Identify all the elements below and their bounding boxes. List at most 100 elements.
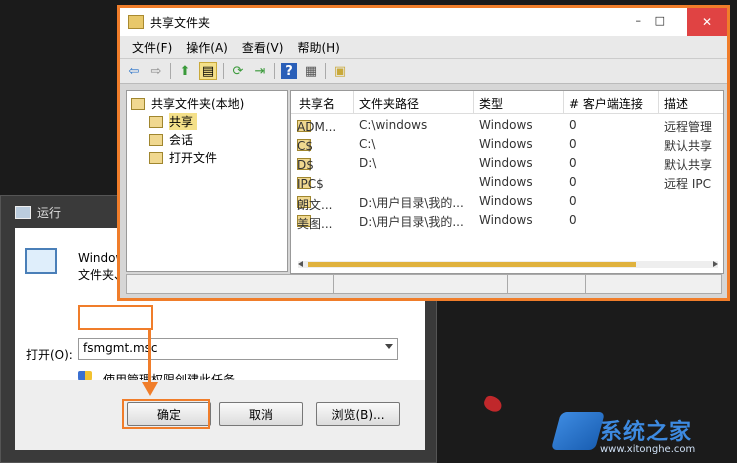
arrow-down-icon [142,382,158,396]
cell-name: ADM... [297,120,337,134]
refresh-icon[interactable]: ⟳ [230,63,246,79]
toolbar-separator [223,63,224,79]
cell-path: C:\ [359,137,376,151]
up-folder-icon[interactable]: ⬆ [177,63,193,79]
cell-name: IPC$ [297,177,324,191]
cell-clients: 0 [569,156,577,170]
cell-clients: 0 [569,213,577,227]
ok-highlight [122,399,210,429]
table-row[interactable]: ADM... C:\windows Windows 0 远程管理 [291,116,723,135]
run-title: 运行 [37,205,62,220]
column-client-connections[interactable]: # 客户端连接 [569,95,643,112]
site-watermark: 系统之家 www.xitonghe.com [550,410,737,463]
column-description[interactable]: 描述 [664,95,688,112]
cell-type: Windows [479,194,533,208]
cell-name: D$ [297,158,314,172]
tree-item-open-files[interactable]: 打开文件 [149,149,217,166]
cell-name: 美图... [297,217,333,231]
input-highlight [78,305,153,330]
open-label: 打开(O): [26,348,73,362]
properties-icon[interactable]: ▦ [303,63,319,79]
cell-clients: 0 [569,118,577,132]
cell-path: D:\用户目录\我的... [359,196,464,210]
tree-item-label: 会话 [169,133,194,147]
back-arrow-icon[interactable]: ⇦ [126,63,142,79]
cell-type: Windows [479,213,533,227]
menu-bar: 文件(F) 操作(A) 查看(V) 帮助(H) [120,36,727,58]
tree-root[interactable]: 共享文件夹(本地) [131,95,244,112]
tree-root-label: 共享文件夹(本地) [151,97,245,111]
cell-clients: 0 [569,194,577,208]
new-share-icon[interactable]: ▣ [332,63,348,79]
run-icon [15,205,31,219]
scroll-thumb[interactable] [308,262,636,267]
tree-item-shares[interactable]: 共享 [149,113,198,130]
cell-type: Windows [479,156,533,170]
console-tree: 共享文件夹(本地) 共享 会话 打开文件 [126,90,288,272]
cell-clients: 0 [569,175,577,189]
menu-file[interactable]: 文件(F) [132,39,172,56]
show-tree-icon[interactable]: ▤ [199,62,217,80]
mmc-title: 共享文件夹 [150,15,211,30]
table-row[interactable]: D$ D:\ Windows 0 默认共享 [291,154,723,173]
cell-clients: 0 [569,137,577,151]
watermark-text: 系统之家 [600,420,693,445]
background-splash [481,393,505,415]
cell-type: Windows [479,118,533,132]
watermark-logo [550,412,606,450]
list-header: 共享名 文件夹路径 类型 # 客户端连接 描述 [291,91,723,114]
chevron-down-icon[interactable] [385,344,393,349]
share-folder-icon [149,115,163,128]
menu-view[interactable]: 查看(V) [242,39,284,56]
cell-path: C:\windows [359,118,428,132]
table-row[interactable]: IPC$ Windows 0 远程 IPC [291,173,723,192]
cell-desc: 默认共享 [664,158,713,172]
cell-desc: 默认共享 [664,139,713,153]
table-row[interactable]: 美图... D:\用户目录\我的... Windows 0 [291,211,723,231]
shares-list: 共享名 文件夹路径 类型 # 客户端连接 描述 ADM... C:\window… [290,90,724,274]
help-icon[interactable]: ? [281,63,297,79]
column-type[interactable]: 类型 [479,95,503,112]
export-list-icon[interactable]: ⇥ [252,63,268,79]
horizontal-scrollbar[interactable] [298,261,718,268]
watermark-url: www.xitonghe.com [600,444,696,455]
open-files-folder-icon [149,151,163,164]
cell-desc: 远程管理 [664,120,713,134]
tree-item-label: 共享 [169,113,198,130]
status-bar [126,274,722,294]
run-program-icon [25,248,57,274]
toolbar-separator [325,63,326,79]
cell-type: Windows [479,175,533,189]
menu-action[interactable]: 操作(A) [186,39,228,56]
tree-item-sessions[interactable]: 会话 [149,131,193,148]
tree-item-label: 打开文件 [169,151,218,165]
table-row[interactable]: C$ C:\ Windows 0 默认共享 [291,135,723,154]
column-folder-path[interactable]: 文件夹路径 [359,95,419,112]
cell-type: Windows [479,137,533,151]
close-button[interactable]: ✕ [687,8,727,36]
cell-path: D:\用户目录\我的... [359,215,464,229]
menu-help[interactable]: 帮助(H) [297,39,339,56]
shared-folder-icon [128,15,144,29]
sessions-folder-icon [149,133,163,146]
arrow-shaft [148,330,151,386]
browse-button[interactable]: 浏览(B)... [316,402,400,426]
maximize-button[interactable]: □ [655,14,665,27]
scroll-right-icon[interactable] [713,261,718,267]
toolbar: ⇦ ⇨ ⬆ ▤ ⟳ ⇥ ? ▦ ▣ [120,58,727,84]
toolbar-separator [170,63,171,79]
toolbar-separator [274,63,275,79]
run-command-input[interactable]: fsmgmt.msc [78,338,398,360]
table-row[interactable]: 朗文... D:\用户目录\我的... Windows 0 [291,192,723,212]
scroll-left-icon[interactable] [298,261,303,267]
forward-arrow-icon[interactable]: ⇨ [148,63,164,79]
cancel-button[interactable]: 取消 [219,402,303,426]
cell-name: C$ [297,139,314,153]
shared-folders-window: 共享文件夹 – □ ✕ 文件(F) 操作(A) 查看(V) 帮助(H) ⇦ ⇨ … [117,5,730,301]
minimize-button[interactable]: – [636,14,642,27]
cell-path: D:\ [359,156,377,170]
column-share-name[interactable]: 共享名 [299,95,335,112]
shared-folder-icon [131,97,145,110]
cell-desc: 远程 IPC [664,177,711,191]
run-command-value: fsmgmt.msc [83,341,158,355]
